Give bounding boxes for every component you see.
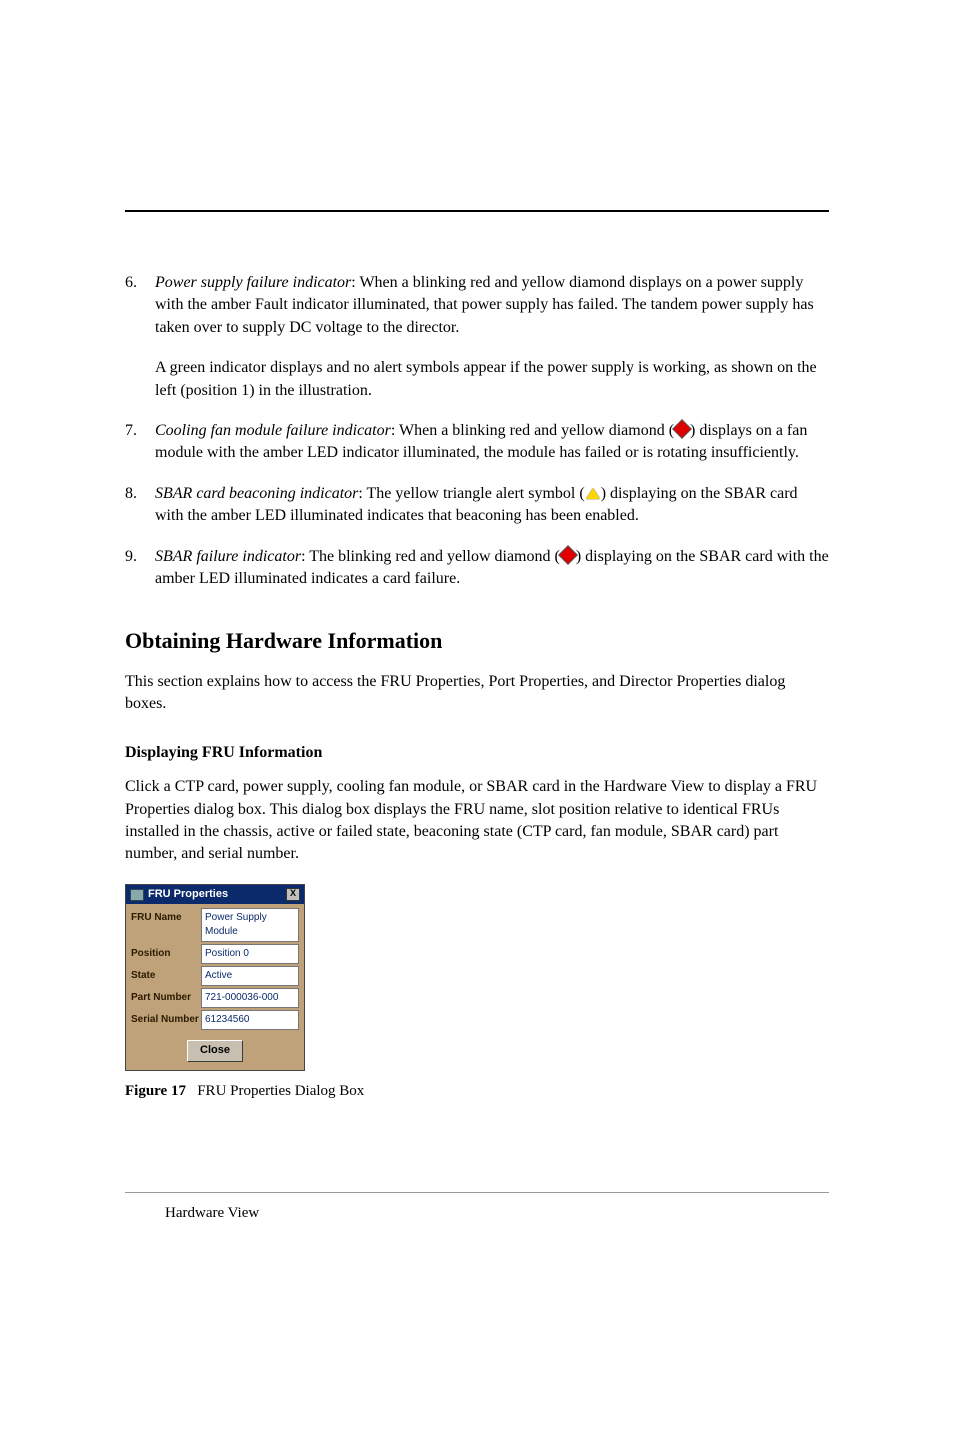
figure-title: FRU Properties Dialog Box [197, 1083, 364, 1099]
term: SBAR failure indicator [155, 548, 301, 565]
figure-number: Figure 17 [125, 1083, 186, 1099]
field-value: 721-000036-000 [201, 988, 299, 1008]
diamond-icon [558, 545, 578, 565]
triangle-icon [586, 488, 600, 499]
field-label: Position [131, 944, 201, 964]
bottom-rule [125, 1192, 829, 1193]
subsection-heading: Displaying FRU Information [125, 742, 829, 764]
list-body: Cooling fan module failure indicator: Wh… [155, 420, 829, 465]
list-body: SBAR failure indicator: The blinking red… [155, 546, 829, 591]
list-number: 8. [125, 483, 155, 528]
term: Cooling fan module failure indicator [155, 422, 391, 439]
list-number: 7. [125, 420, 155, 465]
field-value: Position 0 [201, 944, 299, 964]
page-footer: Hardware View [165, 1203, 829, 1224]
list-number: 6. [125, 272, 155, 402]
dialog-titlebar: FRU Properties X [126, 885, 304, 904]
field-label: Serial Number [131, 1010, 201, 1030]
window-icon [130, 889, 144, 901]
field-label: Part Number [131, 988, 201, 1008]
field-value: Power Supply Module [201, 908, 299, 942]
top-rule [125, 210, 829, 212]
fru-properties-dialog: FRU Properties X FRU NamePower Supply Mo… [125, 884, 305, 1071]
intro-paragraph: This section explains how to access the … [125, 671, 829, 716]
term: SBAR card beaconing indicator [155, 485, 358, 502]
numbered-list: 6. Power supply failure indicator: When … [125, 272, 829, 590]
field-label: FRU Name [131, 908, 201, 942]
dialog-title: FRU Properties [148, 887, 228, 902]
list-number: 9. [125, 546, 155, 591]
field-label: State [131, 966, 201, 986]
dialog-body: FRU NamePower Supply Module PositionPosi… [126, 904, 304, 1069]
diamond-icon [672, 419, 692, 439]
field-value: 61234560 [201, 1010, 299, 1030]
list-body: Power supply failure indicator: When a b… [155, 272, 829, 402]
list-body: SBAR card beaconing indicator: The yello… [155, 483, 829, 528]
field-value: Active [201, 966, 299, 986]
text: : The yellow triangle alert symbol ( [358, 485, 584, 502]
close-button[interactable]: Close [187, 1040, 243, 1061]
paragraph: A green indicator displays and no alert … [155, 357, 829, 402]
text: : When a blinking red and yellow diamond… [391, 422, 674, 439]
figure-caption: Figure 17 FRU Properties Dialog Box [125, 1081, 829, 1102]
close-icon[interactable]: X [286, 888, 300, 901]
text: : The blinking red and yellow diamond ( [301, 548, 560, 565]
term: Power supply failure indicator [155, 274, 351, 291]
subsection-paragraph: Click a CTP card, power supply, cooling … [125, 776, 829, 866]
section-heading: Obtaining Hardware Information [125, 626, 829, 657]
